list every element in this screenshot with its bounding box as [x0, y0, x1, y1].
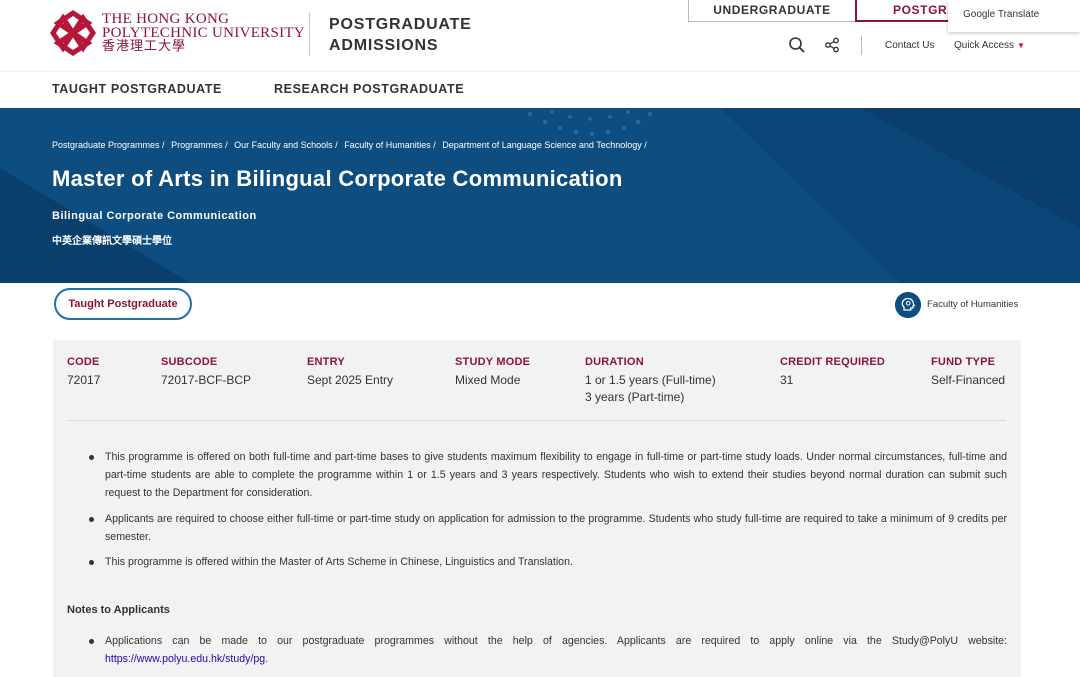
notes-heading: Notes to Applicants	[67, 604, 170, 616]
page-title: Master of Arts in Bilingual Corporate Co…	[52, 166, 623, 191]
search-icon[interactable]	[788, 36, 806, 54]
breadcrumb-postgraduate-programmes[interactable]: Postgraduate Programmes /	[52, 140, 165, 150]
info-entry: ENTRY Sept 2025 Entry	[307, 356, 393, 389]
programme-description-list: This programme is offered on both full-t…	[67, 448, 1007, 578]
programme-subtitle: Bilingual Corporate Communication	[52, 210, 257, 222]
chevron-down-icon: ▼	[1017, 41, 1025, 50]
list-item: Applicants are required to choose either…	[89, 510, 1007, 546]
study-polyu-link[interactable]: https://www.polyu.edu.hk/study/pg	[105, 653, 265, 665]
breadcrumb-programmes[interactable]: Programmes /	[171, 140, 228, 150]
list-item: This programme is offered within the Mas…	[89, 553, 1007, 571]
info-duration: DURATION 1 or 1.5 years (Full-time) 3 ye…	[585, 356, 716, 406]
entry-value: Sept 2025 Entry	[307, 373, 394, 387]
info-study-mode: STUDY MODE Mixed Mode	[455, 356, 530, 389]
info-divider	[67, 420, 1006, 421]
list-item: This programme is offered on both full-t…	[89, 448, 1007, 503]
breadcrumb-department[interactable]: Department of Language Science and Techn…	[442, 140, 646, 150]
utility-divider	[861, 36, 862, 55]
polyu-logo-icon[interactable]	[50, 10, 96, 56]
subcode-value: 72017-BCF-BCP	[161, 373, 252, 387]
code-label: CODE	[67, 356, 100, 368]
tab-undergraduate[interactable]: UNDERGRADUATE	[688, 0, 856, 22]
notes-item-end: .	[265, 653, 269, 666]
logo-line-1: THE HONG KONG	[102, 11, 230, 27]
university-wordmark[interactable]: THE HONG KONG POLYTECHNIC UNIVERSITY 香港理…	[102, 12, 305, 54]
study-mode-value: Mixed Mode	[455, 373, 521, 387]
google-translate-widget[interactable]: Google Translate	[948, 0, 1080, 32]
contact-us-link[interactable]: Contact Us	[885, 40, 934, 51]
study-mode-label: STUDY MODE	[455, 356, 531, 368]
logo-line-2: POLYTECHNIC UNIVERSITY	[102, 25, 306, 41]
notes-item-text: Applications can be made to our postgrad…	[105, 635, 1007, 647]
duration-value-part-time: 3 years (Part-time)	[585, 390, 685, 404]
fund-type-label: FUND TYPE	[931, 356, 996, 368]
quick-access-label: Quick Access	[954, 40, 1015, 51]
info-credit-required: CREDIT REQUIRED 31	[780, 356, 885, 389]
breadcrumb-faculty-and-schools[interactable]: Our Faculty and Schools /	[234, 140, 338, 150]
hero-banner: Postgraduate Programmes / Programmes / O…	[0, 108, 1080, 283]
logo-line-3: 香港理工大學	[102, 39, 187, 54]
duration-value-full-time: 1 or 1.5 years (Full-time)	[585, 373, 716, 387]
site-header: THE HONG KONG POLYTECHNIC UNIVERSITY 香港理…	[0, 0, 1080, 72]
quick-access-menu[interactable]: Quick Access ▼	[954, 40, 1025, 51]
list-item: Applications can be made to our postgrad…	[89, 632, 1007, 668]
faculty-head-icon	[895, 292, 921, 318]
nav-taught-postgraduate[interactable]: TAUGHT POSTGRADUATE	[52, 82, 222, 96]
hero-background-decoration	[0, 108, 1080, 283]
main-nav: TAUGHT POSTGRADUATE RESEARCH POSTGRADUAT…	[0, 72, 1080, 108]
subcode-label: SUBCODE	[161, 356, 218, 368]
breadcrumb: Postgraduate Programmes / Programmes / O…	[52, 140, 651, 150]
section-title[interactable]: POSTGRADUATE ADMISSIONS	[329, 14, 472, 56]
header-divider	[309, 12, 310, 56]
share-icon[interactable]	[824, 37, 840, 53]
code-value: 72017	[67, 373, 101, 387]
category-badge[interactable]: Taught Postgraduate	[54, 288, 192, 320]
entry-label: ENTRY	[307, 356, 345, 368]
programme-chinese-title: 中英企業傳訊文學碩士學位	[52, 236, 172, 247]
credit-required-value: 31	[780, 373, 794, 387]
info-code: CODE 72017	[67, 356, 100, 389]
info-fund-type: FUND TYPE Self-Financed	[931, 356, 1005, 389]
breadcrumb-faculty-of-humanities[interactable]: Faculty of Humanities /	[344, 140, 436, 150]
credit-required-label: CREDIT REQUIRED	[780, 356, 886, 368]
nav-research-postgraduate[interactable]: RESEARCH POSTGRADUATE	[274, 82, 464, 96]
section-title-line-2: ADMISSIONS	[329, 37, 439, 54]
faculty-link[interactable]: Faculty of Humanities	[927, 299, 1018, 310]
section-title-line-1: POSTGRADUATE	[329, 16, 472, 33]
programme-info-panel: CODE 72017 SUBCODE 72017-BCF-BCP ENTRY S…	[53, 340, 1021, 677]
notes-list: Applications can be made to our postgrad…	[67, 632, 1007, 668]
fund-type-value: Self-Financed	[931, 373, 1006, 387]
info-subcode: SUBCODE 72017-BCF-BCP	[161, 356, 251, 389]
duration-label: DURATION	[585, 356, 644, 368]
